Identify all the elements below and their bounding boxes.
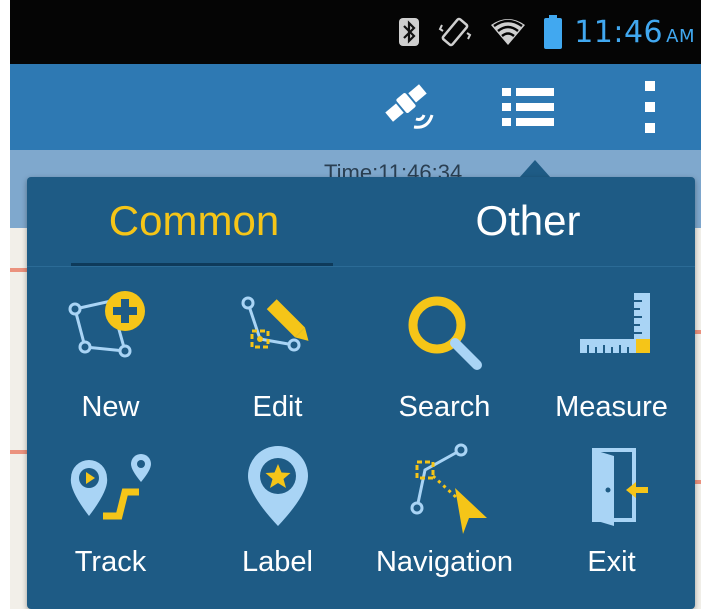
menu-item-label: Track xyxy=(74,546,147,578)
edit-pencil-icon xyxy=(241,296,309,352)
menu-item-label: Exit xyxy=(587,546,636,578)
menu-item-measure[interactable]: Measure xyxy=(528,277,695,427)
menu-item-search[interactable]: Search xyxy=(361,277,528,427)
menu-item-label: Label xyxy=(242,546,313,578)
map-road xyxy=(694,480,701,484)
vibrate-icon xyxy=(438,17,472,47)
menu-item-label: New xyxy=(81,391,140,423)
satellite-icon xyxy=(385,84,434,129)
new-polygon-icon xyxy=(68,291,145,358)
popup-caret xyxy=(519,160,551,178)
menu-item-label: Edit xyxy=(252,391,303,423)
overflow-menu-button[interactable] xyxy=(622,64,678,150)
map-road xyxy=(10,268,28,272)
overflow-menu-icon xyxy=(645,81,655,133)
list-button[interactable] xyxy=(488,64,568,150)
navigation-icon xyxy=(410,443,487,534)
map-road xyxy=(694,330,701,334)
search-icon xyxy=(408,296,482,370)
label-pin-icon xyxy=(247,446,308,526)
tab-other[interactable]: Other xyxy=(361,177,695,265)
menu-item-label: Measure xyxy=(555,391,668,423)
menu-tabs: Common Other xyxy=(27,177,695,267)
menu-item-label: Search xyxy=(398,391,491,423)
tab-divider xyxy=(27,266,695,267)
menu-item-track[interactable]: Track xyxy=(27,432,194,582)
ruler-icon xyxy=(579,293,650,353)
battery-icon xyxy=(544,15,563,49)
bluetooth-icon xyxy=(399,18,420,46)
menu-item-label: Navigation xyxy=(375,546,514,578)
menu-item-label-tool[interactable]: Label xyxy=(194,432,361,582)
menu-item-edit[interactable]: Edit xyxy=(194,277,361,427)
status-bar: 11:46 AM xyxy=(10,0,701,64)
menu-item-navigation[interactable]: Navigation xyxy=(361,432,528,582)
menu-item-exit[interactable]: Exit xyxy=(528,432,695,582)
quick-menu-popup: Common Other New Edit Search Measure Tra… xyxy=(27,177,695,609)
exit-door-icon xyxy=(591,448,648,526)
status-clock: 11:46 AM xyxy=(574,15,695,50)
status-ampm: AM xyxy=(666,25,695,47)
track-icon xyxy=(70,454,151,520)
menu-item-new[interactable]: New xyxy=(27,277,194,427)
status-time: 11:46 xyxy=(574,14,664,50)
menu-grid: New Edit Search Measure Track Label Navi… xyxy=(27,277,695,597)
map-road xyxy=(10,450,28,454)
app-toolbar xyxy=(10,64,701,150)
wifi-icon xyxy=(491,19,526,45)
list-icon xyxy=(502,88,554,126)
tab-common[interactable]: Common xyxy=(27,177,361,265)
satellite-button[interactable] xyxy=(370,64,450,150)
